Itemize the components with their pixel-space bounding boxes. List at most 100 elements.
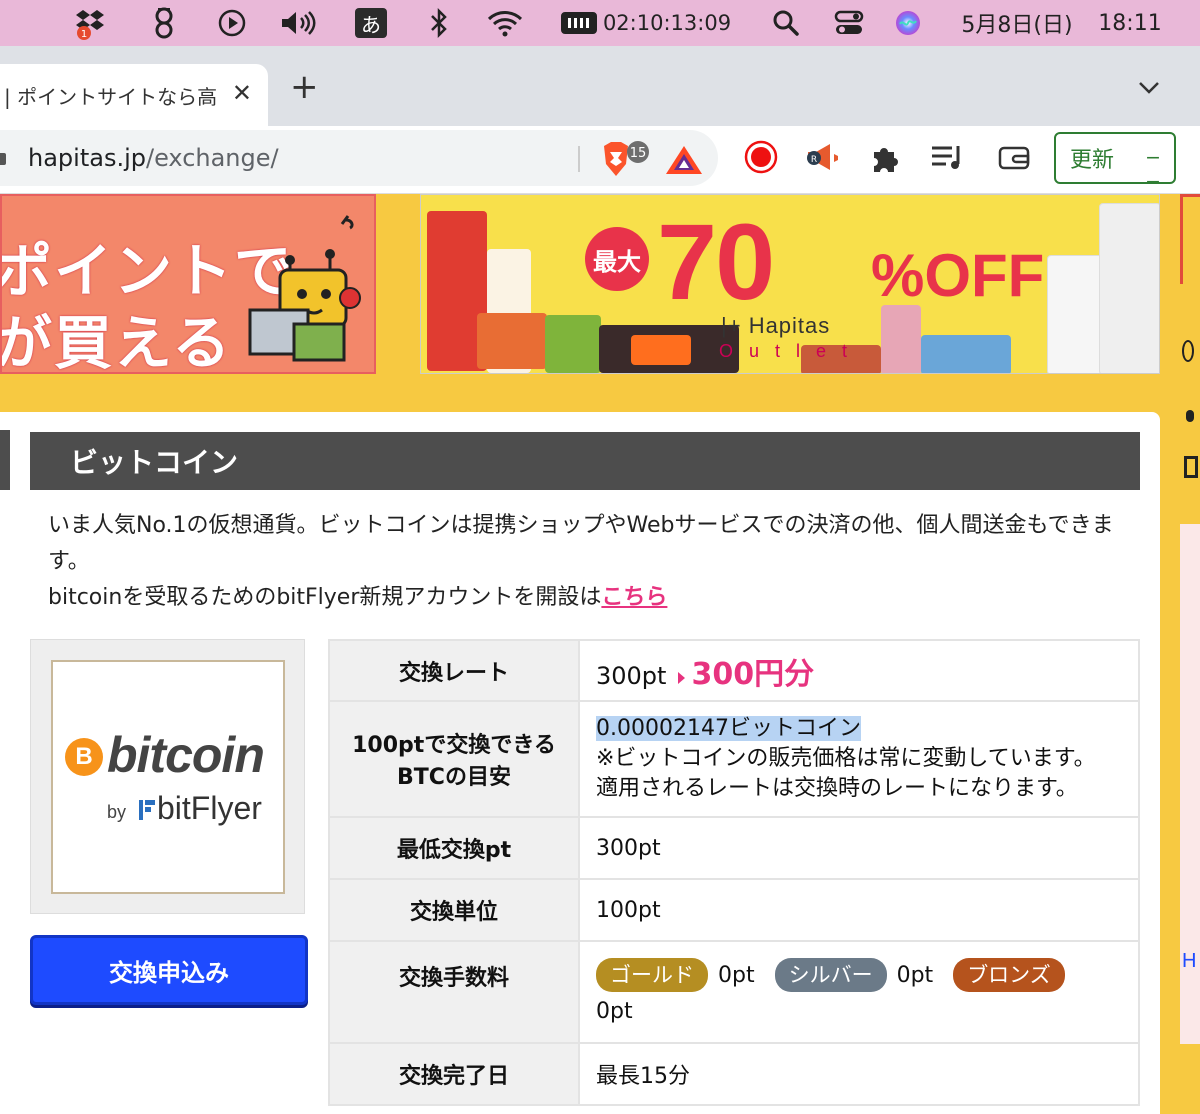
silver-fee: 0pt — [896, 963, 934, 988]
table-row: 交換単位 100pt — [328, 878, 1140, 942]
exchange-unit-label: 交換単位 — [328, 878, 580, 942]
battery-timer[interactable]: 02:10:13:09 — [558, 0, 734, 46]
exchange-description: いま人気No.1の仮想通貨。ビットコインは提携ショップやWebサービスでの決済の… — [48, 508, 1138, 616]
bronze-rank-badge: ブロンズ — [953, 958, 1065, 992]
table-row: 交換レート 300pt 300円分 — [328, 639, 1140, 702]
product-image — [477, 313, 547, 369]
extensions-icon[interactable] — [870, 142, 902, 178]
table-row: 100ptで交換できる BTCの目安 0.00002147ビットコイン ※ビット… — [328, 700, 1140, 818]
rate-value: 300pt 300円分 — [578, 639, 1140, 702]
update-button[interactable]: 更新 ‒‒‒ — [1054, 132, 1176, 218]
ime-label: あ — [355, 8, 387, 38]
address-bar[interactable]: hapitas.jp/exchange/ 15 — [0, 130, 718, 186]
timer-text: 02:10:13:09 — [602, 11, 732, 35]
right-edge-strip: H — [1180, 194, 1200, 1114]
outlet-sale-banner[interactable]: 最大 70 %OFF |+ Hapitas Outlet — [420, 194, 1160, 374]
wifi-icon[interactable] — [484, 0, 526, 46]
browser-tab-strip: | ポイントサイトなら高 ✕ + — [0, 46, 1200, 126]
robot-mascot-icon — [246, 214, 374, 372]
record-icon[interactable] — [744, 140, 778, 178]
rate-label: 交換レート — [328, 639, 580, 702]
product-image — [1099, 203, 1159, 373]
outlet-brand: |+ Hapitas — [721, 313, 831, 338]
play-icon[interactable] — [214, 0, 250, 46]
bronze-fee: 0pt — [596, 999, 633, 1024]
chevron-down-icon[interactable] — [1138, 80, 1160, 99]
dropbox-icon[interactable]: 1 — [72, 0, 112, 46]
brave-rewards-icon[interactable] — [664, 144, 704, 180]
signup-link[interactable]: こちら — [601, 585, 667, 610]
bluetooth-icon[interactable] — [424, 0, 454, 46]
rate-from: 300pt — [596, 661, 667, 690]
product-image — [545, 315, 601, 373]
exchange-info-table: 交換レート 300pt 300円分 100ptで交換できる BTCの目安 0.00… — [328, 639, 1140, 1106]
rate-to: 300円分 — [691, 656, 815, 692]
signup-text: bitcoinを受取るためのbitFlyer新規アカウントを開設は — [48, 585, 602, 610]
lock-icon[interactable] — [0, 153, 6, 165]
url-host: hapitas.jp — [28, 144, 146, 172]
right-banner-edge — [1180, 194, 1200, 284]
table-row: 最低交換pt 300pt — [328, 816, 1140, 880]
btc-label-line-1: 100ptで交換できる — [352, 733, 556, 758]
bitflyer-mark-icon — [139, 800, 155, 820]
logo-by: by — [107, 802, 127, 822]
table-row: 交換手数料 ゴールド 0pt シルバー 0pt ブロンズ 0pt — [328, 940, 1140, 1044]
megaphone-icon[interactable]: R — [804, 142, 842, 178]
brave-shields-icon[interactable]: 15 — [600, 140, 654, 184]
tab-title: | ポイントサイトなら高 — [4, 84, 218, 109]
btc-amount: 0.00002147ビットコイン — [596, 716, 861, 741]
btc-label-line-2: BTCの目安 — [397, 765, 511, 790]
right-side-link[interactable]: H — [1182, 950, 1196, 973]
media-queue-icon[interactable] — [930, 144, 964, 176]
outlet-brand-text: Hapitas — [748, 313, 831, 338]
siri-icon[interactable] — [890, 0, 926, 46]
wallet-icon[interactable] — [998, 144, 1032, 176]
sale-suffix: %OFF — [871, 242, 1045, 309]
point-shopping-banner[interactable]: ポイントで が買える — [0, 194, 376, 374]
menubar-date[interactable]: 5月8日(日) — [952, 0, 1082, 46]
completion-label: 交換完了日 — [328, 1042, 580, 1106]
battery-icon — [560, 12, 597, 34]
menubar-time[interactable]: 18:11 — [1094, 0, 1166, 46]
completion-value: 最長15分 — [578, 1042, 1140, 1106]
rate-arrow-icon — [678, 671, 686, 684]
url-text[interactable]: hapitas.jp/exchange/ — [28, 144, 279, 172]
bitcoin-logo-box: B bitcoin by bitFlyer — [30, 639, 305, 914]
right-edge-icon — [1182, 340, 1194, 362]
signup-line: bitcoinを受取るためのbitFlyer新規アカウントを開設はこちら — [48, 580, 1138, 616]
browser-tab[interactable]: | ポイントサイトなら高 ✕ — [0, 64, 268, 126]
gold-fee: 0pt — [718, 963, 755, 988]
url-path: /exchange/ — [145, 144, 279, 172]
right-edge-icon — [1186, 410, 1194, 422]
product-image — [631, 335, 691, 365]
svg-text:R: R — [811, 155, 817, 165]
gold-rank-badge: ゴールド — [596, 958, 708, 992]
dropbox-badge: 1 — [81, 29, 87, 40]
new-tab-button[interactable]: + — [290, 70, 319, 104]
apply-exchange-button[interactable]: 交換申込み — [30, 935, 308, 1005]
exchange-card: ビットコイン いま人気No.1の仮想通貨。ビットコインは提携ショップやWebサー… — [0, 412, 1160, 1114]
description-text: いま人気No.1の仮想通貨。ビットコインは提携ショップやWebサービスでの決済の… — [48, 513, 1114, 574]
fee-value: ゴールド 0pt シルバー 0pt ブロンズ 0pt — [578, 940, 1140, 1044]
app-status-icon[interactable] — [146, 0, 182, 46]
exchange-unit-value: 100pt — [578, 878, 1140, 942]
outlet-sub: Outlet — [719, 341, 864, 361]
bitcoin-logo: B bitcoin by bitFlyer — [51, 660, 285, 894]
spotlight-search-icon[interactable] — [768, 0, 804, 46]
silver-rank-badge: シルバー — [774, 958, 887, 992]
btc-estimate-value: 0.00002147ビットコイン ※ビットコインの販売価格は常に変動しています。… — [578, 700, 1140, 818]
browser-toolbar: hapitas.jp/exchange/ 15 R 更新 ‒‒‒ — [0, 126, 1200, 218]
btc-estimate-label: 100ptで交換できる BTCの目安 — [328, 700, 580, 818]
min-exchange-label: 最低交換pt — [328, 816, 580, 880]
brave-badge: 15 — [630, 146, 647, 161]
product-image — [1047, 255, 1107, 373]
min-exchange-value: 300pt — [578, 816, 1140, 880]
btc-note-1: ※ビットコインの販売価格は常に変動しています。 — [596, 746, 1096, 771]
bitcoin-coin-icon: B — [65, 738, 103, 776]
menu-bar: 1 あ 02:10:13:09 5月8日(日) 18:11 — [0, 0, 1200, 46]
volume-icon[interactable] — [276, 0, 320, 46]
tab-close-icon[interactable]: ✕ — [232, 81, 252, 105]
input-method-indicator[interactable]: あ — [354, 0, 388, 46]
control-center-icon[interactable] — [830, 0, 868, 46]
btc-note-2: 適用されるレートは交換時のレートになります。 — [596, 776, 1078, 801]
